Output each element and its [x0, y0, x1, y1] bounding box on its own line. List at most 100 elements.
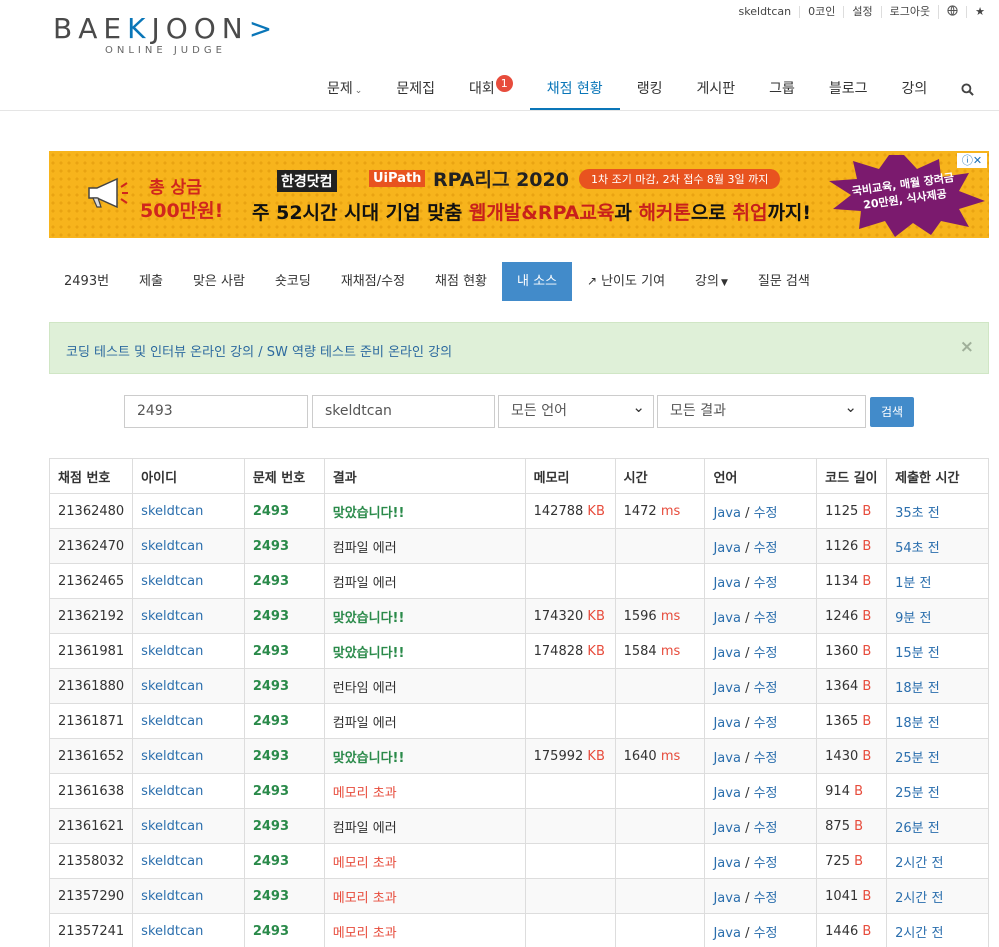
user-link[interactable]: skeldtcan	[141, 819, 203, 834]
problem-link[interactable]: 2493	[253, 609, 289, 624]
submitted-time-link[interactable]: 2시간 전	[895, 856, 943, 871]
user-link[interactable]: skeldtcan	[141, 539, 203, 554]
search-icon[interactable]	[944, 68, 991, 110]
subnav-rejudge[interactable]: 재채점/수정	[326, 262, 420, 301]
nav-group[interactable]: 그룹	[752, 68, 812, 110]
alert-link[interactable]: 코딩 테스트 및 인터뷰 온라인 강의 / SW 역량 테스트 준비 온라인 강…	[66, 341, 452, 360]
problem-link[interactable]: 2493	[253, 854, 289, 869]
subnav-submit[interactable]: 제출	[124, 262, 178, 301]
edit-link[interactable]: 수정	[754, 576, 778, 591]
edit-link[interactable]: 수정	[754, 541, 778, 556]
edit-link[interactable]: 수정	[754, 821, 778, 836]
edit-link[interactable]: 수정	[754, 926, 778, 941]
submitted-time-link[interactable]: 9분 전	[895, 611, 931, 626]
language-link[interactable]: Java	[713, 681, 740, 696]
logout-link[interactable]: 로그아웃	[880, 6, 938, 18]
language-link[interactable]: Java	[713, 926, 740, 941]
submitted-time-link[interactable]: 2시간 전	[895, 926, 943, 941]
edit-link[interactable]: 수정	[754, 856, 778, 871]
edit-link[interactable]: 수정	[754, 891, 778, 906]
search-button[interactable]: 검색	[870, 397, 914, 427]
subnav-question-search[interactable]: 질문 검색	[743, 262, 825, 301]
submitted-time-link[interactable]: 18분 전	[895, 716, 940, 731]
nav-blog[interactable]: 블로그	[812, 68, 885, 110]
submitted-time-link[interactable]: 26분 전	[895, 821, 940, 836]
user-link[interactable]: skeldtcan	[141, 924, 203, 939]
submitted-time-link[interactable]: 18분 전	[895, 681, 940, 696]
nav-workbook[interactable]: 문제집	[379, 68, 452, 110]
nav-board[interactable]: 게시판	[679, 68, 752, 110]
submitted-time-link[interactable]: 15분 전	[895, 646, 940, 661]
language-link[interactable]: Java	[713, 611, 740, 626]
submitted-time-link[interactable]: 25분 전	[895, 751, 940, 766]
problem-link[interactable]: 2493	[253, 819, 289, 834]
language-link[interactable]: Java	[713, 716, 740, 731]
ad-banner[interactable]: 총 상금 500만원! 한경닷컴 UiPath RPA리그 2020 1차 조기…	[49, 151, 989, 238]
subnav-solvers[interactable]: 맞은 사람	[178, 262, 260, 301]
user-id-input[interactable]: skeldtcan	[312, 395, 495, 428]
problem-link[interactable]: 2493	[253, 784, 289, 799]
problem-link[interactable]: 2493	[253, 679, 289, 694]
problem-link[interactable]: 2493	[253, 644, 289, 659]
user-link[interactable]: skeldtcan	[141, 574, 203, 589]
language-link[interactable]: Java	[713, 891, 740, 906]
edit-link[interactable]: 수정	[754, 611, 778, 626]
nav-contest[interactable]: 대회 1	[452, 68, 530, 110]
coins-link[interactable]: 0코인	[799, 6, 843, 18]
user-link[interactable]: skeldtcan	[141, 889, 203, 904]
language-link[interactable]: Java	[713, 821, 740, 836]
submitted-time-link[interactable]: 1분 전	[895, 576, 931, 591]
language-link[interactable]: Java	[713, 576, 740, 591]
nav-lecture[interactable]: 강의	[885, 68, 945, 110]
problem-id-input[interactable]: 2493	[124, 395, 308, 428]
subnav-problem[interactable]: 2493번	[49, 262, 124, 301]
problem-link[interactable]: 2493	[253, 574, 289, 589]
subnav-difficulty[interactable]: ↗ 난이도 기여	[572, 262, 680, 301]
problem-link[interactable]: 2493	[253, 924, 289, 939]
language-select[interactable]: 모든 언어	[498, 392, 654, 428]
language-link[interactable]: Java	[713, 751, 740, 766]
settings-link[interactable]: 설정	[843, 6, 880, 18]
problem-link[interactable]: 2493	[253, 749, 289, 764]
submitted-time-link[interactable]: 2시간 전	[895, 891, 943, 906]
language-link[interactable]: Java	[713, 506, 740, 521]
username-link[interactable]: skeldtcan	[731, 6, 800, 18]
site-logo[interactable]: BAEKJOON> ONLINE JUDGE	[53, 12, 303, 60]
language-link[interactable]: Java	[713, 856, 740, 871]
problem-link[interactable]: 2493	[253, 539, 289, 554]
submitted-time-link[interactable]: 25분 전	[895, 786, 940, 801]
submitted-time-link[interactable]: 54초 전	[895, 541, 940, 556]
edit-link[interactable]: 수정	[754, 506, 778, 521]
user-link[interactable]: skeldtcan	[141, 714, 203, 729]
user-link[interactable]: skeldtcan	[141, 784, 203, 799]
user-link[interactable]: skeldtcan	[141, 679, 203, 694]
edit-link[interactable]: 수정	[754, 751, 778, 766]
subnav-status[interactable]: 채점 현황	[420, 262, 502, 301]
user-link[interactable]: skeldtcan	[141, 609, 203, 624]
close-icon[interactable]: ×	[960, 337, 974, 357]
user-link[interactable]: skeldtcan	[141, 854, 203, 869]
subnav-lecture[interactable]: 강의 ▼	[680, 262, 743, 301]
edit-link[interactable]: 수정	[754, 681, 778, 696]
problem-link[interactable]: 2493	[253, 504, 289, 519]
star-icon[interactable]: ★	[966, 6, 993, 18]
edit-link[interactable]: 수정	[754, 646, 778, 661]
subnav-short-coding[interactable]: 숏코딩	[260, 262, 326, 301]
problem-link[interactable]: 2493	[253, 714, 289, 729]
submitted-time-link[interactable]: 35초 전	[895, 506, 940, 521]
globe-icon[interactable]	[938, 5, 966, 19]
nav-problems[interactable]: 문제 ⌄	[310, 68, 379, 110]
result-select[interactable]: 모든 결과	[657, 392, 866, 428]
edit-link[interactable]: 수정	[754, 716, 778, 731]
edit-link[interactable]: 수정	[754, 786, 778, 801]
problem-link[interactable]: 2493	[253, 889, 289, 904]
language-link[interactable]: Java	[713, 646, 740, 661]
subnav-my-source[interactable]: 내 소스	[502, 262, 573, 301]
user-link[interactable]: skeldtcan	[141, 504, 203, 519]
language-link[interactable]: Java	[713, 541, 740, 556]
user-link[interactable]: skeldtcan	[141, 749, 203, 764]
nav-ranking[interactable]: 랭킹	[620, 68, 680, 110]
language-link[interactable]: Java	[713, 786, 740, 801]
user-link[interactable]: skeldtcan	[141, 644, 203, 659]
nav-status[interactable]: 채점 현황	[529, 68, 620, 110]
